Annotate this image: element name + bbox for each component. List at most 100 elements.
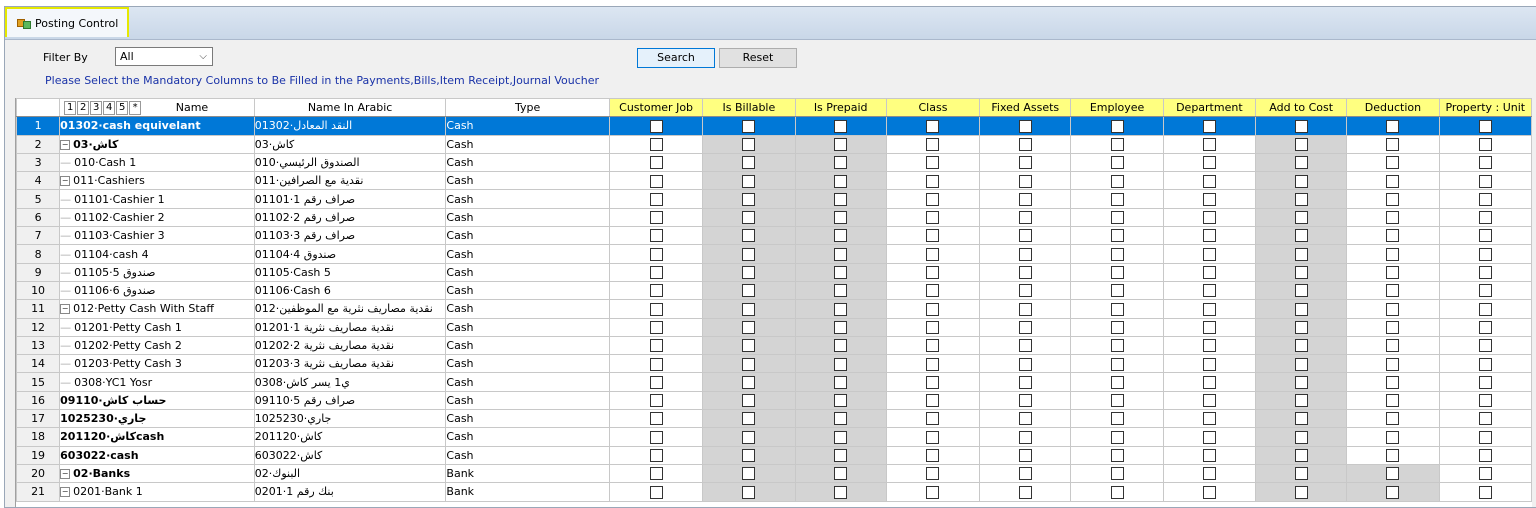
checkbox[interactable] (1294, 284, 1308, 298)
checkbox[interactable] (742, 137, 756, 151)
collapse-toggle-icon[interactable]: − (60, 469, 71, 480)
outline-level-button[interactable]: * (129, 101, 142, 115)
table-row[interactable]: 15—0308·YC1 Yosr ي1 يسر كاش·0308 Cash (15, 372, 1533, 392)
checkbox[interactable] (926, 449, 940, 463)
checkbox[interactable] (834, 174, 848, 188)
checkbox[interactable] (1386, 211, 1400, 225)
checkbox[interactable] (926, 412, 940, 426)
checkbox[interactable] (1478, 137, 1492, 151)
checkbox[interactable] (1294, 211, 1308, 225)
checkbox[interactable] (1478, 266, 1492, 280)
checkbox[interactable] (1110, 119, 1124, 133)
cell-name[interactable]: —010·Cash 1 (59, 152, 255, 173)
checkbox[interactable] (834, 137, 848, 151)
checkbox[interactable] (649, 266, 663, 280)
checkbox[interactable] (1202, 467, 1216, 481)
table-row[interactable]: 21−0201·Bank 1 بنك رقم 1·0201 Bank (15, 482, 1533, 502)
column-header-employee[interactable]: Employee (1070, 97, 1164, 118)
checkbox[interactable] (1202, 339, 1216, 353)
cell-name[interactable]: —01101·Cashier 1 (59, 189, 255, 209)
checkbox[interactable] (834, 302, 848, 316)
checkbox[interactable] (1386, 394, 1400, 408)
checkbox[interactable] (1294, 412, 1308, 426)
checkbox[interactable] (1294, 467, 1308, 481)
checkbox[interactable] (649, 211, 663, 225)
collapse-toggle-icon[interactable]: − (60, 176, 71, 187)
cell-type[interactable]: Cash (445, 116, 610, 136)
checkbox[interactable] (1018, 302, 1032, 316)
cell-name[interactable]: −02·Banks (59, 463, 255, 484)
checkbox[interactable] (834, 357, 848, 371)
checkbox[interactable] (1478, 467, 1492, 481)
cell-name-arabic[interactable]: نقدية مصاريف نثرية 3·01203 (253, 354, 447, 374)
checkbox[interactable] (1294, 266, 1308, 280)
checkbox[interactable] (1018, 211, 1032, 225)
cell-name[interactable]: —01202·Petty Cash 2 (59, 335, 255, 356)
cell-name[interactable]: −011·Cashiers (59, 171, 255, 191)
cell-type[interactable]: Cash (445, 409, 610, 429)
table-row[interactable]: 11−012·Petty Cash With Staff نقدية مصاريف… (15, 299, 1533, 319)
cell-name-arabic[interactable]: صراف رقم 2·01102 (253, 207, 447, 228)
cell-name-arabic[interactable]: البنوك·02 (253, 463, 447, 484)
checkbox[interactable] (926, 119, 940, 133)
table-row[interactable]: 2− كاش·03 كاش·03 Cash (15, 134, 1533, 154)
checkbox[interactable] (1202, 430, 1216, 444)
cell-name-arabic[interactable]: نقدية مصاريف نثرية 2·01202 (253, 335, 447, 356)
checkbox[interactable] (1018, 156, 1032, 170)
checkbox[interactable] (1294, 302, 1308, 316)
checkbox[interactable] (1386, 430, 1400, 444)
cell-type[interactable]: Cash (445, 207, 610, 228)
checkbox[interactable] (1478, 357, 1492, 371)
checkbox[interactable] (742, 467, 756, 481)
checkbox[interactable] (926, 430, 940, 444)
checkbox[interactable] (834, 339, 848, 353)
cell-name-arabic[interactable]: كاش·603022 (253, 445, 447, 465)
cell-name[interactable]: —01103·Cashier 3 (59, 226, 255, 246)
checkbox[interactable] (1386, 302, 1400, 316)
cell-type[interactable]: Cash (445, 152, 610, 173)
table-row[interactable]: 19 603022·cash كاش·603022 Cash (15, 445, 1533, 465)
cell-name-arabic[interactable]: كاش·201120 (253, 427, 447, 447)
checkbox[interactable] (1294, 375, 1308, 389)
checkbox[interactable] (1294, 119, 1308, 133)
checkbox[interactable] (1018, 229, 1032, 243)
outline-level-button[interactable]: 2 (77, 101, 90, 115)
checkbox[interactable] (1478, 394, 1492, 408)
cell-name-arabic[interactable]: الصندوق الرئيسي·010 (253, 152, 447, 173)
checkbox[interactable] (1110, 339, 1124, 353)
checkbox[interactable] (1294, 247, 1308, 261)
checkbox[interactable] (1110, 485, 1124, 499)
table-row[interactable]: 1 01302·cash equivelant 01302·النقد المعاد… (15, 116, 1533, 136)
checkbox[interactable] (742, 247, 756, 261)
checkbox[interactable] (834, 284, 848, 298)
checkbox[interactable] (1018, 247, 1032, 261)
checkbox[interactable] (1110, 375, 1124, 389)
checkbox[interactable] (742, 284, 756, 298)
checkbox[interactable] (1110, 247, 1124, 261)
table-row[interactable]: 10—01106·صندوق 6 01106·Cash 6 Cash (15, 280, 1533, 301)
table-row[interactable]: 18 كاش·201120cash كاش·201120 Cash (15, 427, 1533, 447)
checkbox[interactable] (1294, 156, 1308, 170)
cell-type[interactable]: Cash (445, 280, 610, 301)
column-header-department[interactable]: Department (1162, 97, 1257, 118)
checkbox[interactable] (834, 394, 848, 408)
cell-name[interactable]: −0201·Bank 1 (59, 482, 255, 502)
cell-type[interactable]: Cash (445, 262, 610, 282)
checkbox[interactable] (1478, 119, 1492, 133)
checkbox[interactable] (1018, 266, 1032, 280)
checkbox[interactable] (1386, 247, 1400, 261)
table-row[interactable]: 9—01105·صندوق 5 01105·Cash 5 Cash (15, 262, 1533, 282)
checkbox[interactable] (1110, 284, 1124, 298)
tab-posting-control[interactable]: Posting Control (5, 7, 129, 37)
checkbox[interactable] (1386, 174, 1400, 188)
checkbox[interactable] (1294, 174, 1308, 188)
checkbox[interactable] (926, 229, 940, 243)
cell-name[interactable]: —01203·Petty Cash 3 (59, 354, 255, 374)
outline-level-button[interactable]: 5 (116, 101, 129, 115)
checkbox[interactable] (926, 485, 940, 499)
checkbox[interactable] (1478, 284, 1492, 298)
checkbox[interactable] (926, 357, 940, 371)
checkbox[interactable] (1110, 412, 1124, 426)
checkbox[interactable] (926, 339, 940, 353)
cell-type[interactable]: Bank (445, 482, 610, 502)
